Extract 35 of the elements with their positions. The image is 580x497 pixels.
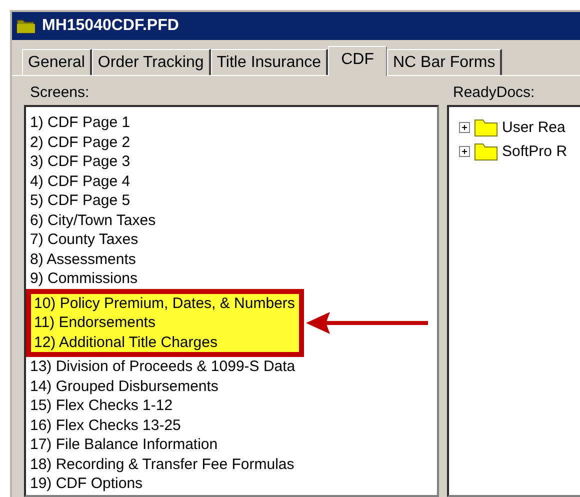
tab[interactable]: CDF: [328, 46, 387, 76]
arrow-icon: [306, 312, 428, 334]
screen-item[interactable]: 6) City/Town Taxes: [30, 210, 437, 230]
window-title: MH15040CDF.PFD: [42, 17, 179, 35]
screen-item[interactable]: 14) Grouped Disbursements: [30, 376, 437, 396]
tab[interactable]: Title Insurance: [210, 49, 328, 75]
tab[interactable]: General: [22, 49, 92, 75]
screens-label: Screens:: [29, 84, 90, 101]
folder-icon: [474, 117, 498, 137]
screen-item[interactable]: 3) CDF Page 3: [30, 152, 437, 172]
screen-item[interactable]: 11) Endorsements: [34, 313, 295, 332]
tab[interactable]: NC Bar Forms: [386, 49, 502, 75]
tree-item[interactable]: User Rea: [502, 118, 566, 136]
screen-item[interactable]: 16) Flex Checks 13-25: [30, 416, 437, 435]
screen-item[interactable]: 7) County Taxes: [30, 230, 437, 250]
screen-item[interactable]: 12) Additional Title Charges: [34, 332, 295, 352]
tree-item[interactable]: SoftPro R: [502, 142, 568, 160]
screen-item[interactable]: 9) Commissions: [30, 269, 437, 288]
screen-item[interactable]: 18) Recording & Transfer Fee Formulas: [30, 454, 437, 474]
screen-item[interactable]: 2) CDF Page 2: [30, 132, 437, 152]
tab[interactable]: Order Tracking: [92, 49, 211, 75]
screen-item[interactable]: 10) Policy Premium, Dates, & Numbers: [34, 294, 295, 313]
readydocs-label: ReadyDocs:: [452, 84, 536, 101]
screen-item[interactable]: 1) CDF Page 1: [30, 113, 437, 132]
screen-item[interactable]: 13) Division of Proceeds & 1099-S Data: [30, 357, 437, 376]
screen-item[interactable]: 19) CDF Options: [30, 474, 437, 494]
screen-item[interactable]: 17) File Balance Information: [30, 435, 437, 454]
screen-item[interactable]: 8) Assessments: [30, 250, 437, 269]
expand-icon[interactable]: [459, 146, 470, 156]
screen-item[interactable]: 5) CDF Page 5: [30, 191, 437, 210]
folder-icon: [16, 17, 36, 35]
screen-item[interactable]: 4) CDF Page 4: [30, 172, 437, 191]
folder-icon: [474, 141, 498, 161]
expand-icon[interactable]: [459, 122, 470, 132]
screen-item[interactable]: 15) Flex Checks 1-12: [30, 396, 437, 416]
